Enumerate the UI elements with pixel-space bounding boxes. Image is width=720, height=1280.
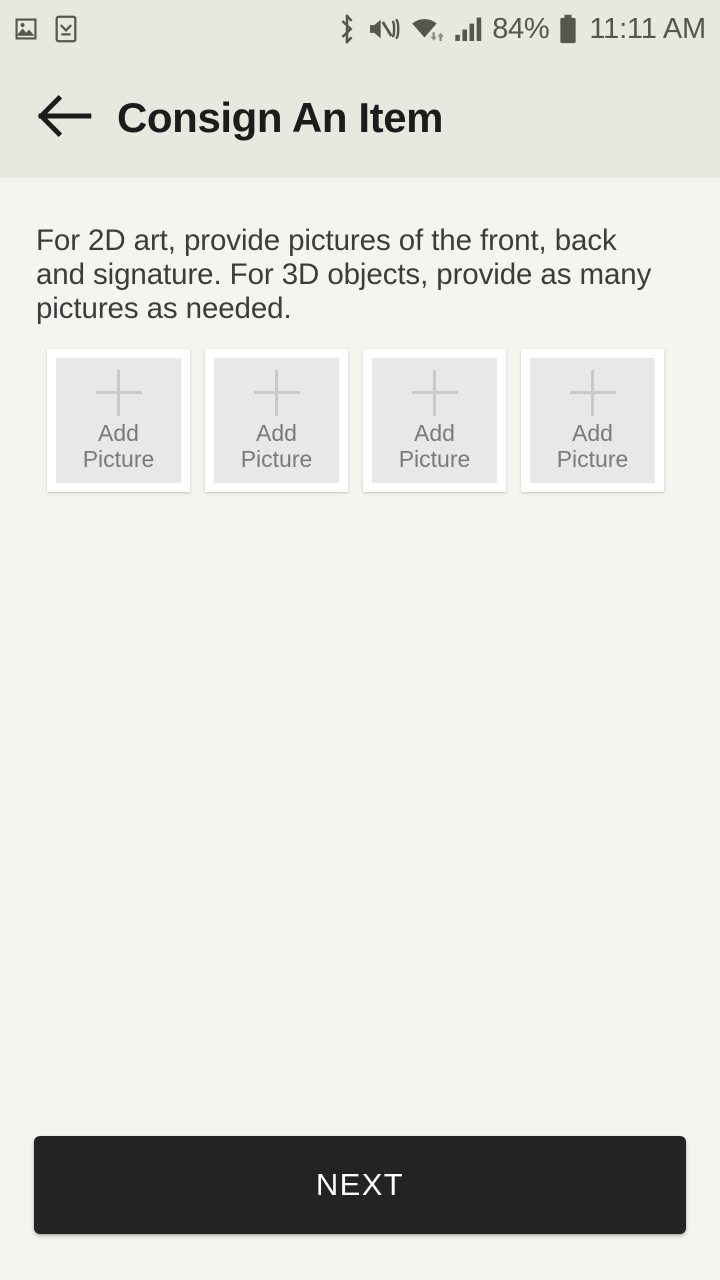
add-picture-slot-inner: Add Picture [530,358,655,483]
status-bar-left-icons [12,15,79,43]
add-picture-slot-inner: Add Picture [372,358,497,483]
status-bar-right-icons: 84% 11:11 AM [336,14,706,44]
status-bar-clock: 11:11 AM [589,12,706,45]
add-picture-label: Add Picture [82,419,155,472]
add-picture-slot-2[interactable]: Add Picture [205,349,348,492]
add-picture-slot-inner: Add Picture [56,358,181,483]
add-picture-slot-4[interactable]: Add Picture [521,349,664,492]
mute-vibrate-icon [367,15,401,43]
cell-signal-icon [453,15,483,43]
phone-screen: 84% 11:11 AM Consign An Item For 2D art, [0,0,720,1280]
status-bar: 84% 11:11 AM [0,0,720,58]
bluetooth-icon [336,14,358,44]
plus-icon [253,369,300,416]
instructions-text: For 2D art, provide pictures of the fron… [36,224,652,325]
back-button[interactable] [17,70,113,166]
content-filler [0,492,720,1136]
device-checkmark-icon [53,15,79,43]
battery-full-icon [558,14,578,44]
gallery-image-icon [12,15,40,43]
content-area: For 2D art, provide pictures of the fron… [0,178,720,1280]
plus-icon [95,369,142,416]
add-picture-label: Add Picture [398,419,471,472]
page-title: Consign An Item [117,94,444,141]
add-picture-slot-3[interactable]: Add Picture [363,349,506,492]
add-picture-label: Add Picture [240,419,313,472]
add-picture-label: Add Picture [556,419,629,472]
wifi-icon [410,15,445,43]
plus-icon [411,369,458,416]
add-picture-slot-1[interactable]: Add Picture [47,349,190,492]
plus-icon [569,369,616,416]
arrow-left-icon [37,94,92,142]
next-button[interactable]: NEXT [34,1136,686,1234]
add-picture-slot-inner: Add Picture [214,358,339,483]
footer-bar: NEXT [0,1136,720,1280]
picture-slot-row: Add Picture Add Picture Add Picture Add … [47,349,720,492]
app-bar: Consign An Item [0,58,720,178]
battery-percent-label: 84% [492,12,550,45]
